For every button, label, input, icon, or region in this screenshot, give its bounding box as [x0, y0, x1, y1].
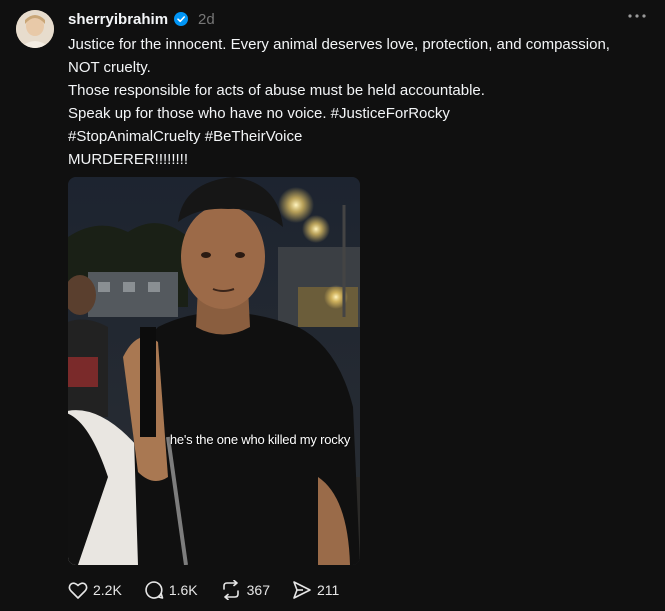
more-dots-icon[interactable] [625, 6, 649, 26]
reply-count: 1.6K [168, 582, 198, 598]
repost-count: 367 [246, 582, 270, 598]
reply-button[interactable]: 1.6K [144, 580, 198, 600]
comment-icon [144, 580, 164, 600]
like-count: 2.2K [93, 582, 122, 598]
repost-button[interactable]: 367 [220, 580, 270, 600]
heart-icon [68, 581, 88, 600]
image-caption-overlay: he's the one who killed my rocky [169, 432, 351, 447]
post-image[interactable]: he's the one who killed my rocky [68, 177, 360, 565]
avatar[interactable] [16, 10, 54, 48]
share-count: 211 [316, 582, 340, 598]
share-button[interactable]: 211 [292, 580, 339, 600]
like-button[interactable]: 2.2K [68, 581, 122, 600]
verified-badge-icon [174, 12, 189, 26]
post-actions: 2.2K 1.6K 367 211 [68, 580, 361, 600]
post-header: sherryibrahim 2d [68, 9, 215, 29]
username[interactable]: sherryibrahim [68, 11, 168, 28]
repost-icon [220, 580, 242, 600]
share-icon [292, 580, 312, 600]
post-caption: Justice for the innocent. Every animal d… [68, 36, 610, 168]
timestamp: 2d [198, 10, 215, 28]
